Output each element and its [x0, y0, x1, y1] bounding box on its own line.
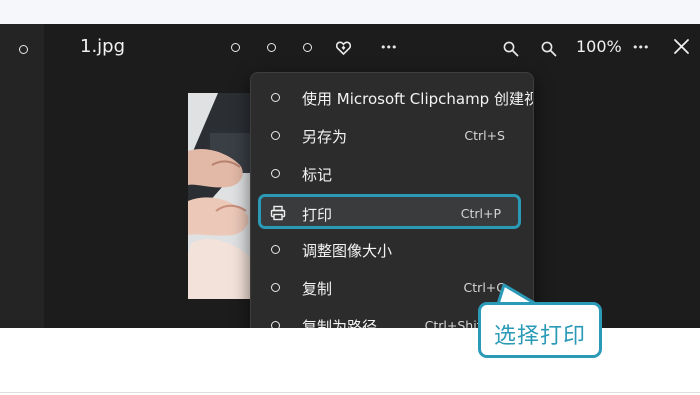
- copy-icon: [271, 283, 280, 292]
- top-strip: [0, 0, 700, 24]
- favorite-heart-icon[interactable]: [336, 41, 351, 55]
- copy-path-icon: [271, 321, 280, 328]
- printer-icon: [270, 205, 286, 221]
- menu-item-print[interactable]: 打印 Ctrl+P: [258, 194, 521, 229]
- left-rail: [0, 24, 44, 328]
- instruction-callout: 选择打印: [478, 302, 602, 358]
- hands-on-keyboard-image: [188, 93, 252, 299]
- sidebar-toggle-icon[interactable]: [19, 45, 28, 54]
- photos-app-window: 1.jpg ••• 100% ••• 使用 Microsoft Clipcham…: [0, 24, 700, 328]
- menu-item-shortcut: Ctrl+P: [460, 206, 501, 221]
- callout-text: 选择打印: [493, 324, 586, 349]
- menu-item-label: 另存为: [302, 128, 348, 146]
- menu-item-label: 标记: [302, 166, 333, 184]
- zoom-out-icon[interactable]: [503, 41, 519, 57]
- toolbar-button-1-icon[interactable]: [231, 43, 240, 52]
- photo-preview: [188, 93, 252, 299]
- menu-item-resize-image[interactable]: 调整图像大小: [251, 230, 533, 268]
- markup-icon: [271, 169, 280, 178]
- menu-item-label: 复制为路径: [302, 318, 378, 328]
- menu-item-shortcut: Ctrl+S: [464, 128, 505, 143]
- more-options-left-icon[interactable]: •••: [380, 40, 397, 56]
- bottom-divider: [0, 392, 700, 393]
- clipchamp-icon: [271, 93, 280, 102]
- menu-item-copy[interactable]: 复制 Ctrl+C: [251, 268, 533, 306]
- menu-item-create-video[interactable]: 使用 Microsoft Clipchamp 创建视频: [251, 78, 533, 116]
- save-as-icon: [271, 131, 280, 140]
- menu-item-label: 调整图像大小: [302, 242, 393, 260]
- menu-item-label: 使用 Microsoft Clipchamp 创建视频: [302, 90, 534, 108]
- zoom-in-icon[interactable]: [541, 41, 557, 57]
- more-options-icon[interactable]: •••: [632, 40, 649, 56]
- resize-icon: [271, 245, 280, 254]
- zoom-level[interactable]: 100%: [576, 37, 622, 56]
- toolbar-button-2-icon[interactable]: [267, 43, 276, 52]
- menu-item-label: 复制: [302, 280, 333, 298]
- menu-item-markup[interactable]: 标记: [251, 154, 533, 192]
- menu-item-label: 打印: [302, 206, 333, 224]
- close-icon[interactable]: [673, 38, 690, 55]
- menu-item-save-as[interactable]: 另存为 Ctrl+S: [251, 116, 533, 154]
- file-name: 1.jpg: [80, 36, 126, 57]
- toolbar-button-3-icon[interactable]: [303, 43, 312, 52]
